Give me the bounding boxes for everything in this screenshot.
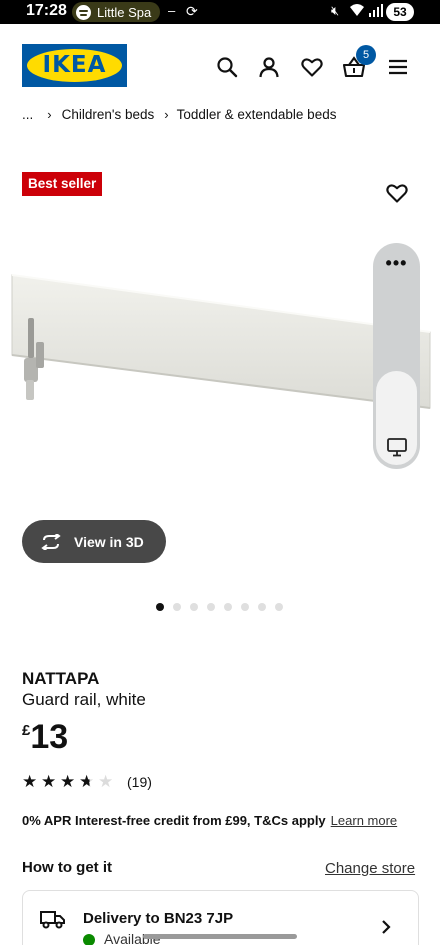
wifi-icon	[349, 3, 365, 20]
view-in-3d-button[interactable]: View in 3D	[22, 520, 166, 563]
media-pill-label: Little Spa	[97, 4, 152, 20]
chevron-right-icon	[382, 920, 391, 934]
breadcrumb-item-toddler-beds[interactable]: Toddler & extendable beds	[177, 107, 337, 122]
pager-dot[interactable]	[207, 603, 215, 611]
star-icon: ★	[22, 772, 38, 791]
product-rating[interactable]: ★ ★ ★ ★ ★ (19)	[22, 772, 152, 792]
heart-icon[interactable]	[300, 55, 324, 79]
view-in-3d-label: View in 3D	[74, 533, 144, 550]
spotify-icon	[76, 4, 91, 20]
chevron-right-icon: ›	[164, 107, 169, 122]
rating-count: (19)	[127, 774, 152, 790]
pager-dot[interactable]	[241, 603, 249, 611]
home-indicator[interactable]	[143, 934, 297, 939]
breadcrumb-item-childrens-beds[interactable]: Children's beds	[62, 107, 155, 122]
image-pager[interactable]	[156, 603, 292, 611]
best-seller-badge: Best seller	[22, 172, 103, 196]
more-options-icon[interactable]: •••	[373, 253, 420, 274]
chevron-right-icon: ›	[47, 107, 52, 122]
cart-count-badge: 5	[356, 45, 376, 65]
pager-dot[interactable]	[258, 603, 266, 611]
truck-icon	[40, 911, 65, 929]
battery-indicator: 53	[386, 3, 414, 21]
product-name: NATTAPA	[22, 669, 100, 688]
account-icon[interactable]	[257, 55, 281, 79]
price-currency: £	[22, 722, 31, 739]
pager-dot[interactable]	[190, 603, 198, 611]
pager-dot[interactable]	[275, 603, 283, 611]
ikea-logo[interactable]: IKEA	[22, 44, 127, 87]
product-description: Guard rail, white	[22, 690, 146, 709]
finance-offer-text: 0% APR Interest-free credit from £99, T&…	[22, 813, 326, 828]
signal-icon	[369, 4, 383, 20]
rating-stars: ★ ★ ★ ★ ★	[22, 772, 117, 792]
pager-dot[interactable]	[224, 603, 232, 611]
status-dash: –	[168, 3, 176, 18]
star-icon: ★	[79, 772, 98, 792]
logo-text: IKEA	[42, 52, 107, 78]
pager-dot[interactable]	[173, 603, 181, 611]
available-status-dot	[83, 934, 95, 945]
star-icon: ★	[98, 772, 114, 791]
how-to-get-it-heading: How to get it	[22, 859, 112, 876]
change-store-link[interactable]: Change store	[325, 860, 415, 877]
add-to-favourites-heart-icon[interactable]	[385, 181, 409, 205]
learn-more-link[interactable]: Learn more	[331, 813, 397, 828]
status-bar: 17:28 Little Spa – ⟳ 🔇︎ 53	[0, 0, 440, 24]
product-price: £ 13	[22, 718, 68, 756]
star-icon: ★	[60, 772, 76, 791]
breadcrumb: ... › Children's beds › Toddler & extend…	[22, 107, 336, 122]
menu-icon[interactable]	[386, 55, 410, 79]
pager-dot[interactable]	[156, 603, 164, 611]
search-icon[interactable]	[215, 55, 239, 79]
breadcrumb-ellipsis[interactable]: ...	[22, 107, 33, 122]
rotate-3d-icon	[41, 533, 61, 550]
mute-icon: 🔇︎	[331, 3, 340, 18]
media-pill[interactable]: Little Spa	[72, 2, 160, 22]
star-icon: ★	[41, 772, 57, 791]
price-value: 13	[30, 718, 69, 756]
delivery-title: Delivery to BN23 7JP	[83, 910, 234, 927]
finance-offer: 0% APR Interest-free credit from £99, T&…	[22, 813, 397, 828]
status-time: 17:28	[26, 2, 67, 19]
screen-icon[interactable]	[386, 436, 408, 458]
sync-icon: ⟳	[186, 3, 198, 19]
